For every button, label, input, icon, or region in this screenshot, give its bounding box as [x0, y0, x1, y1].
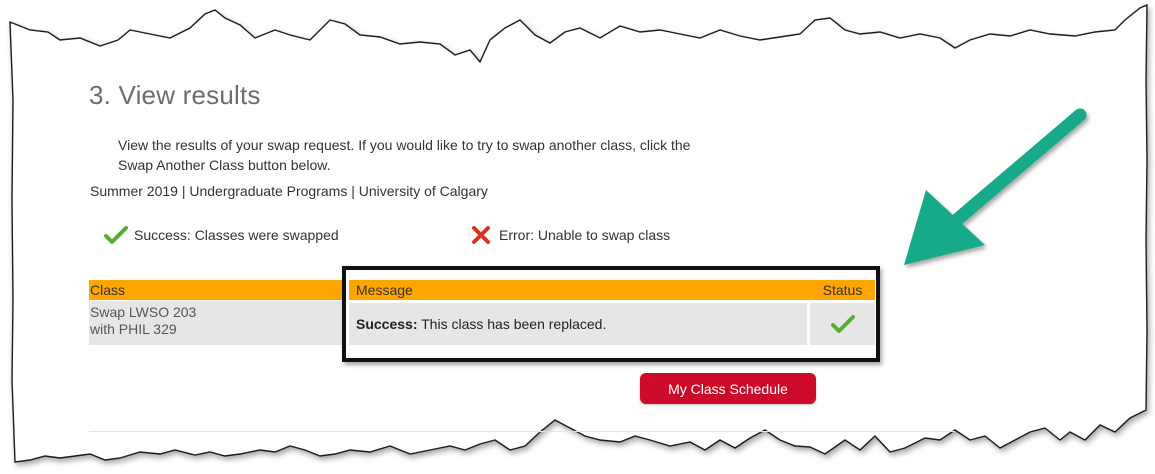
- x-mark-icon: [472, 226, 490, 244]
- class-swap-from: Swap LWSO 203: [90, 304, 197, 320]
- divider: [89, 431, 955, 432]
- legend-error-label: Error: Unable to swap class: [499, 227, 671, 243]
- annotation-arrow-icon: [904, 108, 1087, 265]
- instructions-text: View the results of your swap request. I…: [118, 135, 858, 175]
- legend-error: Error: Unable to swap class: [469, 225, 670, 245]
- page-title: 3. View results: [89, 80, 261, 110]
- column-header-class: Class: [89, 280, 346, 300]
- instructions-line-2: Swap Another Class button below.: [118, 157, 331, 173]
- view-results-panel: 3. View results View the results of your…: [0, 0, 1155, 474]
- my-class-schedule-button[interactable]: My Class Schedule: [640, 373, 816, 404]
- term-breadcrumb: Summer 2019 | Undergraduate Programs | U…: [90, 183, 488, 199]
- legend-success: Success: Classes were swapped: [104, 225, 339, 245]
- table-row-class-cell: Swap LWSO 203 with PHIL 329: [89, 301, 346, 345]
- highlight-box: [342, 266, 880, 362]
- legend-success-label: Success: Classes were swapped: [134, 227, 339, 243]
- class-swap-to: with PHIL 329: [90, 321, 177, 337]
- instructions-line-1: View the results of your swap request. I…: [118, 137, 691, 153]
- checkmark-icon: [104, 226, 128, 244]
